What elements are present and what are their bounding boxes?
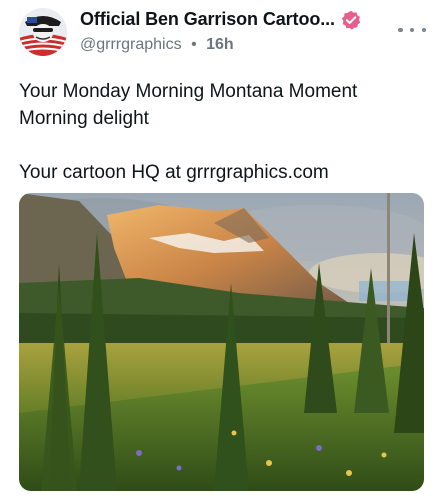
post-card[interactable]: Official Ben Garrison Cartoo... @grrrgra… bbox=[0, 0, 443, 500]
author-display-name[interactable]: Official Ben Garrison Cartoo... bbox=[80, 9, 335, 30]
post-text-line: Your Monday Morning Montana Moment bbox=[19, 81, 358, 102]
author-handle[interactable]: @grrrgraphics bbox=[80, 36, 182, 53]
author-meta: @grrrgraphics • 16h bbox=[80, 36, 234, 54]
post-text-line: Your cartoon HQ at grrrgraphics.com bbox=[19, 162, 329, 183]
post-photo[interactable] bbox=[19, 193, 424, 491]
post-text: Your Monday Morning Montana Moment Morni… bbox=[19, 78, 429, 186]
author-name-row[interactable]: Official Ben Garrison Cartoo... bbox=[80, 9, 361, 30]
more-horizontal-icon[interactable] bbox=[398, 22, 426, 38]
post-timestamp[interactable]: 16h bbox=[206, 36, 234, 53]
meta-separator: • bbox=[191, 36, 197, 53]
avatar-image bbox=[19, 8, 67, 56]
author-avatar[interactable] bbox=[19, 8, 67, 56]
verified-badge-icon bbox=[341, 10, 361, 30]
post-text-line: Morning delight bbox=[19, 108, 149, 129]
landscape-photo bbox=[19, 193, 424, 491]
post-text-spacer bbox=[19, 132, 429, 159]
